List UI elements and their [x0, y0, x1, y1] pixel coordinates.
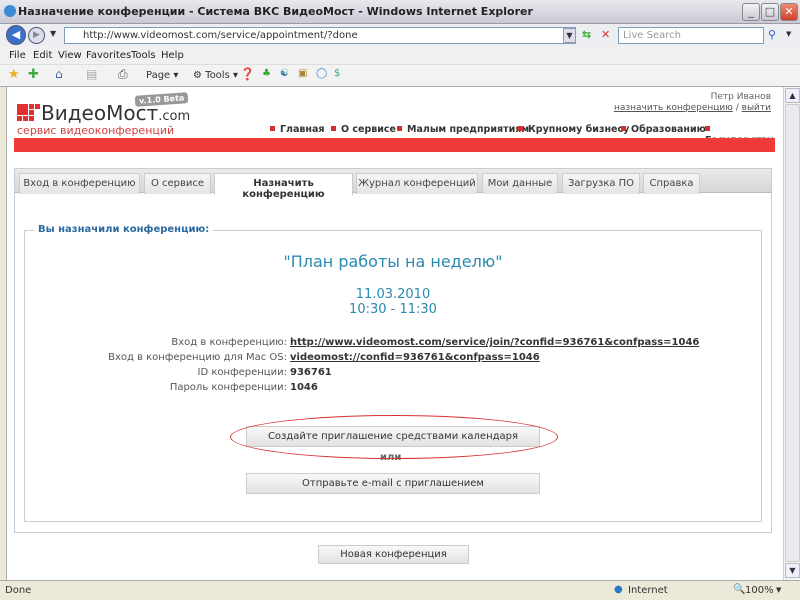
site-tagline: сервис видеоконференций: [17, 124, 175, 137]
translate-icon[interactable]: $: [334, 68, 340, 79]
mac-join-label: Вход в конференцию для Mac OS:: [108, 352, 287, 363]
title-bar: Назначение конференции - Система ВКС Вид…: [0, 0, 800, 24]
url-dropdown-icon[interactable]: ▼: [563, 28, 576, 43]
add-favorite-icon[interactable]: ✚: [28, 67, 39, 82]
menu-view[interactable]: View: [58, 50, 82, 61]
tools-menu[interactable]: ⚙ Tools ▾: [193, 70, 238, 81]
menu-file[interactable]: File: [9, 50, 26, 61]
scroll-down-icon[interactable]: ▼: [785, 563, 800, 578]
window-title: Назначение конференции - Система ВКС Вид…: [18, 5, 533, 18]
fieldset-legend: Вы назначили конференцию:: [34, 224, 214, 235]
blog-icon[interactable]: ▣: [298, 68, 307, 79]
minimize-button[interactable]: _: [742, 3, 760, 21]
vertical-scrollbar[interactable]: ▲ ▼: [783, 87, 800, 580]
bullet-icon: [331, 126, 336, 131]
menu-favorites[interactable]: Favorites: [86, 50, 131, 61]
nav-education[interactable]: Образованию: [621, 124, 706, 135]
tab-join[interactable]: Вход в конференцию: [19, 173, 140, 194]
maximize-button[interactable]: □: [761, 3, 779, 21]
tab-schedule[interactable]: Назначить конференцию: [214, 173, 353, 200]
brand-bar: [14, 138, 775, 152]
schedule-link[interactable]: назначить конференцию: [614, 103, 733, 113]
tab-downloads[interactable]: Загрузка ПО: [562, 173, 640, 194]
refresh-icon[interactable]: ⇆: [582, 28, 591, 41]
nav-enterprise[interactable]: Крупному бизнесу: [518, 124, 629, 135]
globe-icon: ●: [614, 584, 623, 595]
research-icon[interactable]: ♣: [262, 68, 271, 79]
user-name: Петр Иванов: [710, 92, 771, 102]
tab-help[interactable]: Справка: [643, 173, 700, 194]
search-input[interactable]: Live Search: [618, 27, 764, 44]
close-button[interactable]: ✕: [780, 3, 798, 21]
zoom-level[interactable]: 100%: [745, 585, 774, 596]
highlight-ellipse: [230, 415, 558, 459]
command-bar: ★ ✚ ⌂ ▤ ⎙ Page ▾ ⚙ Tools ▾ ❓ ♣ ☯ ▣ ◯ $: [0, 65, 800, 87]
tab-about[interactable]: О сервисе: [144, 173, 211, 194]
logout-link[interactable]: выйти: [742, 103, 771, 113]
favorites-star-icon[interactable]: ★: [8, 67, 20, 82]
conference-password-label: Пароль конференции:: [169, 382, 287, 393]
help-icon[interactable]: ❓: [240, 67, 255, 81]
conference-id-label: ID конференции:: [197, 367, 287, 378]
comment-icon[interactable]: ◯: [316, 68, 327, 79]
tab-bar: Вход в конференцию О сервисе Назначить к…: [14, 168, 772, 200]
ie-icon: [4, 5, 16, 17]
print-icon[interactable]: ⎙: [118, 67, 128, 82]
nav-about[interactable]: О сервисе: [331, 124, 396, 135]
conference-time: 10:30 - 11:30: [349, 302, 437, 317]
zoom-icon: 🔍: [733, 584, 746, 595]
home-icon[interactable]: ⌂: [55, 67, 63, 81]
email-invite-button[interactable]: Отправьте e-mail с приглашением: [246, 473, 540, 494]
site-logo[interactable]: ВидеоМост.com: [41, 101, 190, 125]
messenger-icon[interactable]: ☯: [280, 68, 289, 79]
bullet-icon: [397, 126, 402, 131]
search-icon[interactable]: ⚲: [768, 28, 776, 41]
conference-id-value: 936761: [290, 367, 332, 378]
new-conference-button[interactable]: Новая конференция: [318, 545, 469, 564]
status-text: Done: [5, 585, 32, 596]
back-button[interactable]: ◀: [6, 25, 26, 45]
forward-button[interactable]: ▶: [28, 27, 45, 44]
search-options-icon[interactable]: ▼: [786, 30, 791, 38]
security-zone: Internet: [628, 585, 668, 596]
nav-home[interactable]: Главная: [270, 124, 325, 135]
scroll-up-icon[interactable]: ▲: [785, 88, 800, 103]
history-dropdown-icon[interactable]: ▼: [50, 29, 56, 38]
address-bar-row: ◀ ▶ ▼ http://www.videomost.com/service/a…: [0, 24, 800, 46]
bullet-icon: [270, 126, 275, 131]
menu-edit[interactable]: Edit: [33, 50, 52, 61]
feeds-icon[interactable]: ▤: [86, 67, 97, 81]
tab-my-data[interactable]: Мои данные: [482, 173, 558, 194]
bullet-icon: [705, 126, 710, 131]
nav-small-business[interactable]: Малым предприятиям: [397, 124, 529, 135]
zoom-dropdown-icon[interactable]: ▼: [776, 586, 781, 594]
user-links: назначить конференцию / выйти: [613, 103, 771, 113]
menu-help[interactable]: Help: [161, 50, 184, 61]
scrollbar-thumb[interactable]: [785, 104, 800, 562]
mac-join-link[interactable]: videomost://confid=936761&confpass=1046: [290, 352, 540, 363]
status-bar: Done ● Internet 🔍 100% ▼: [0, 580, 800, 600]
join-link[interactable]: http://www.videomost.com/service/join/?c…: [290, 337, 699, 348]
tab-journal[interactable]: Журнал конференций: [356, 173, 478, 194]
page-menu[interactable]: Page ▾: [146, 70, 178, 81]
join-label: Вход в конференцию:: [171, 337, 287, 348]
conference-title: "План работы на неделю": [283, 252, 503, 271]
bullet-icon: [518, 126, 523, 131]
bullet-icon: [621, 126, 626, 131]
url-input[interactable]: http://www.videomost.com/service/appoint…: [64, 27, 576, 44]
conference-date: 11.03.2010: [355, 287, 431, 302]
stop-icon[interactable]: ✕: [601, 28, 610, 41]
menu-bar: File Edit View Favorites Tools Help: [0, 46, 800, 65]
menu-tools[interactable]: Tools: [131, 50, 156, 61]
conference-password-value: 1046: [290, 382, 318, 393]
